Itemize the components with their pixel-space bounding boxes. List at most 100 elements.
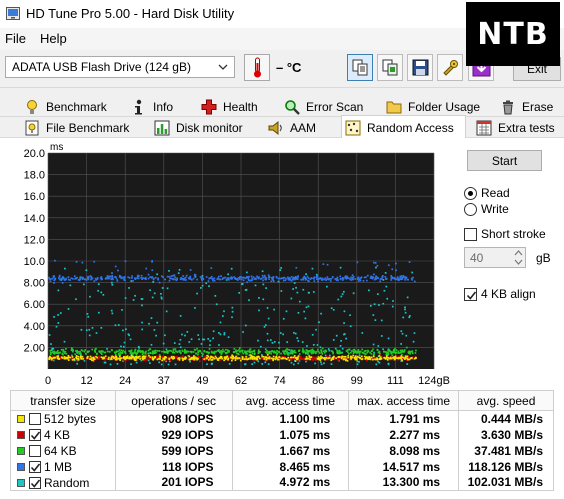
data-point xyxy=(250,351,253,353)
series-color-swatch xyxy=(17,462,25,471)
data-point xyxy=(89,275,92,277)
data-point xyxy=(127,276,130,279)
short-stroke-checkbox[interactable] xyxy=(464,228,477,241)
row-checkbox[interactable] xyxy=(29,476,41,489)
data-point xyxy=(352,278,354,281)
temperature-button[interactable] xyxy=(244,54,270,81)
data-point xyxy=(137,277,140,280)
data-point xyxy=(151,356,154,359)
drive-select[interactable]: ADATA USB Flash Drive (124 gB) xyxy=(5,56,235,78)
data-point xyxy=(406,355,409,358)
data-point xyxy=(404,355,407,358)
tab-disk-monitor[interactable]: Disk monitor xyxy=(154,118,243,138)
data-point xyxy=(54,259,56,262)
data-point xyxy=(208,351,211,354)
tab-extra-tests[interactable]: Extra tests xyxy=(476,118,555,138)
data-point xyxy=(57,352,60,354)
row-checkbox[interactable] xyxy=(29,444,41,457)
data-point xyxy=(182,278,185,281)
data-point xyxy=(230,267,233,270)
spin-up-icon[interactable] xyxy=(512,248,525,257)
y-tick-label: 18.0 xyxy=(24,170,45,182)
read-radio[interactable] xyxy=(464,187,477,200)
tab-info[interactable]: Info xyxy=(131,97,173,117)
tab-benchmark[interactable]: Benchmark xyxy=(24,97,107,117)
chevron-down-icon[interactable] xyxy=(216,60,230,74)
tab-health[interactable]: Health xyxy=(201,97,258,117)
data-point xyxy=(184,334,186,337)
row-checkbox[interactable] xyxy=(29,428,41,441)
data-point xyxy=(122,345,125,348)
data-point xyxy=(301,358,304,360)
tab-aam[interactable]: AAM xyxy=(268,118,316,138)
start-button[interactable]: Start xyxy=(467,150,542,171)
data-point xyxy=(157,278,159,281)
tab-random-access[interactable]: Random Access xyxy=(341,115,466,139)
thermometer-icon xyxy=(254,57,261,78)
data-point xyxy=(174,276,176,279)
copy-text-button[interactable] xyxy=(347,54,373,81)
data-point xyxy=(253,349,256,352)
data-point xyxy=(256,356,258,359)
data-point xyxy=(276,352,279,355)
random-access-icon xyxy=(345,120,361,135)
data-point xyxy=(83,350,86,353)
tab-file-benchmark[interactable]: File Benchmark xyxy=(24,118,129,138)
data-point xyxy=(400,355,403,357)
write-radio[interactable] xyxy=(464,203,477,216)
data-point xyxy=(107,356,110,359)
data-point xyxy=(61,278,63,281)
data-point xyxy=(111,349,113,352)
data-point xyxy=(278,347,281,349)
copy-screenshot-button[interactable] xyxy=(377,54,403,81)
data-point xyxy=(141,353,144,356)
menu-help[interactable]: Help xyxy=(40,31,67,46)
options-button[interactable] xyxy=(437,54,463,81)
data-point xyxy=(194,274,197,276)
data-point xyxy=(141,304,143,307)
data-point xyxy=(376,293,379,295)
save-button[interactable] xyxy=(407,54,433,81)
data-point xyxy=(131,277,133,279)
align-checkbox[interactable] xyxy=(464,288,477,301)
data-point xyxy=(404,306,406,309)
data-point xyxy=(184,356,187,358)
data-point xyxy=(386,351,389,354)
data-point xyxy=(280,277,283,279)
data-point xyxy=(92,357,95,360)
tab-folder-usage[interactable]: Folder Usage xyxy=(386,97,480,117)
tab-erase[interactable]: Erase xyxy=(500,97,553,117)
max-access-cell: 2.277 ms xyxy=(348,426,460,443)
data-point xyxy=(88,350,90,353)
data-point xyxy=(392,300,394,302)
data-point xyxy=(113,351,116,354)
menu-file[interactable]: File xyxy=(5,31,26,46)
data-point xyxy=(162,350,165,353)
tab-error-scan[interactable]: Error Scan xyxy=(284,97,363,117)
spin-down-icon[interactable] xyxy=(512,258,525,267)
row-checkbox[interactable] xyxy=(29,460,41,473)
row-checkbox[interactable] xyxy=(29,413,41,426)
data-point xyxy=(180,277,183,279)
data-point xyxy=(407,358,410,361)
data-point xyxy=(409,352,411,355)
data-point xyxy=(350,279,352,281)
data-point xyxy=(219,355,222,358)
data-point xyxy=(244,351,246,354)
ops-cell: 908 IOPS xyxy=(114,410,233,427)
data-point xyxy=(378,355,381,357)
data-point xyxy=(248,275,250,278)
x-tick-label: 12 xyxy=(80,375,92,387)
data-point xyxy=(147,352,150,355)
data-point xyxy=(375,277,378,280)
col-avg-access: avg. access time xyxy=(231,390,350,411)
data-point xyxy=(297,362,300,365)
data-point xyxy=(195,352,198,355)
data-point xyxy=(216,358,219,361)
data-point xyxy=(317,350,320,353)
data-point xyxy=(271,357,273,360)
data-point xyxy=(49,353,52,356)
data-point xyxy=(103,358,106,361)
data-point xyxy=(406,357,409,360)
data-point xyxy=(172,274,174,277)
